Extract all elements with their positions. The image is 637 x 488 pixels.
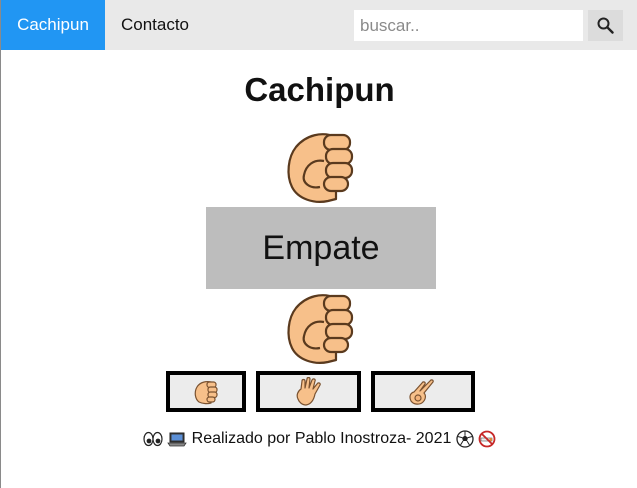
rock-button[interactable] [166,371,246,412]
laptop-icon [167,432,187,447]
nav-contact-link[interactable]: Contacto [105,0,205,50]
paper-button[interactable] [256,371,361,412]
footer-text: Realizado por Pablo Inostroza- 2021 [191,430,452,447]
soccer-ball-icon [456,430,474,448]
search-input[interactable] [354,10,583,41]
paper-hand-icon [296,376,321,406]
rock-hand-icon [194,380,218,404]
result-display: Empate [206,207,436,289]
page-title: Cachipun [244,71,395,108]
footer: Realizado por Pablo Inostroza- 2021 [1,428,637,450]
top-nav: Cachipun Contacto [1,0,637,50]
search-icon [597,17,614,34]
no-smoking-icon [478,430,496,448]
rock-fist-icon [287,294,354,364]
search-button[interactable] [588,10,623,41]
rock-fist-icon [287,133,354,203]
page: Cachipun Contacto Cachipun Empate [0,0,637,488]
scissors-hand-icon [409,378,434,405]
eyes-icon [143,431,163,446]
nav-home-link[interactable]: Cachipun [1,0,105,50]
scissors-button[interactable] [371,371,475,412]
